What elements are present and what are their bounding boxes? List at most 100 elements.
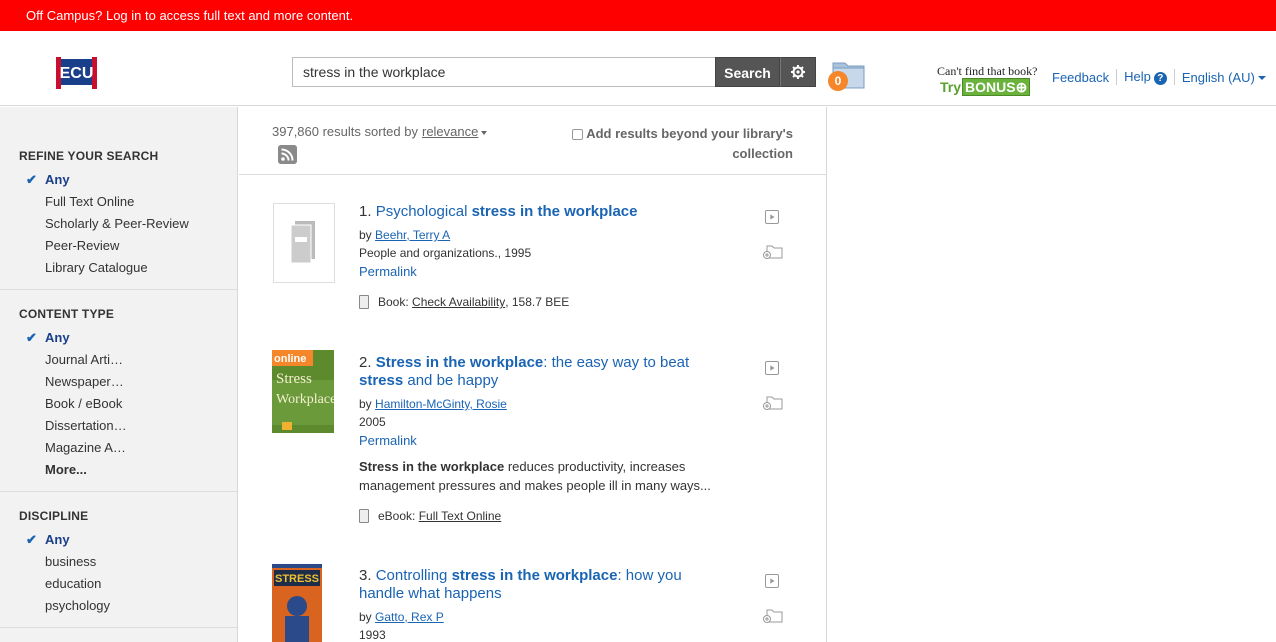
search-options-button[interactable] [780, 57, 816, 87]
add-beyond-label: Add results beyond your library's collec… [586, 126, 793, 161]
result-snippet: Stress in the workplace reduces producti… [359, 457, 729, 495]
refine-sidebar: REFINE YOUR SEARCH ✔ Any Full Text Online… [0, 107, 238, 642]
folder-count-badge[interactable]: 0 [828, 71, 848, 91]
call-number: , 158.7 BEE [505, 295, 570, 309]
result-author-line: by Beehr, Terry A [359, 228, 450, 242]
filter-newspaper[interactable]: Newspaper… [0, 371, 237, 393]
search-button[interactable]: Search [715, 57, 780, 87]
snippet-highlight: Stress in the workplace [359, 459, 505, 474]
search-input[interactable]: stress in the workplace [292, 57, 716, 87]
filter-any[interactable]: ✔ Any [0, 169, 237, 191]
result-title-link[interactable]: 3. Controlling stress in the workplace: … [359, 567, 719, 603]
result-source: 2005 [359, 415, 386, 429]
section-heading: DISCIPLINE [19, 509, 89, 523]
title-part: Controlling [375, 567, 452, 584]
title-highlight: stress in the workplace [451, 567, 618, 584]
filter-journal-article[interactable]: Journal Arti… [0, 349, 237, 371]
book-cover-image[interactable]: online Stress Workplace [272, 350, 334, 433]
cover-title-1: Stress [276, 371, 312, 387]
format-label: Book: [378, 295, 409, 309]
title-highlight: Stress in the workplace [375, 354, 544, 371]
sort-relevance-dropdown[interactable]: relevance [422, 124, 478, 139]
filter-library-catalogue[interactable]: Library Catalogue [0, 257, 237, 279]
section-heading: REFINE YOUR SEARCH [19, 149, 159, 163]
ebook-icon [359, 509, 369, 523]
author-link[interactable]: Hamilton-McGinty, Rosie [375, 397, 507, 411]
online-badge: online [274, 353, 306, 365]
filter-dissertation[interactable]: Dissertation… [0, 415, 237, 437]
chevron-down-icon [1257, 76, 1266, 81]
check-availability-link[interactable]: Check Availability [412, 295, 505, 309]
filter-full-text-online[interactable]: Full Text Online [0, 191, 237, 213]
filter-more-link[interactable]: More... [0, 459, 237, 481]
title-part: : how you [617, 567, 682, 584]
result-title-link[interactable]: 1. Psychological stress in the workplace [359, 203, 719, 221]
right-empty-area [828, 107, 1276, 642]
availability-line: Book: Check Availability, 158.7 BEE [359, 295, 569, 309]
preview-play-icon[interactable] [765, 574, 779, 588]
link-divider [1116, 69, 1118, 85]
off-campus-text[interactable]: Off Campus? Log in to access full text a… [26, 8, 353, 23]
discipline-section: DISCIPLINE ✔ Any business education psych… [0, 492, 237, 628]
checkmark-icon: ✔ [26, 532, 37, 547]
by-label: by [359, 228, 372, 242]
content-type-section: CONTENT TYPE ✔ Any Journal Arti… Newspape… [0, 290, 237, 492]
book-thumbnail-placeholder-icon[interactable] [273, 203, 335, 283]
results-count-text: 397,860 results sorted by [272, 124, 418, 139]
title-part: : the easy way to beat [543, 354, 690, 371]
bonus-label: BONUS [965, 79, 1016, 95]
filter-label: Any [45, 172, 70, 187]
book-cover-image[interactable]: STRESS [272, 564, 322, 642]
rss-icon[interactable] [278, 145, 297, 164]
permalink[interactable]: Permalink [359, 264, 417, 279]
header: ECU stress in the workplace Search 0 Can… [0, 31, 1276, 106]
filter-book-ebook[interactable]: Book / eBook [0, 393, 237, 415]
filter-psychology[interactable]: psychology [0, 595, 237, 617]
full-text-online-link[interactable]: Full Text Online [419, 509, 501, 523]
feedback-link[interactable]: Feedback [1052, 70, 1109, 85]
divider [239, 174, 826, 175]
cant-find-text[interactable]: Can't find that book? [937, 65, 1037, 77]
title-highlight: stress [359, 372, 404, 389]
chevron-down-icon[interactable] [481, 130, 488, 135]
language-selector[interactable]: English (AU) [1182, 70, 1266, 85]
checkmark-icon: ✔ [26, 172, 37, 187]
off-campus-banner[interactable]: Off Campus? Log in to access full text a… [0, 0, 1276, 31]
help-link[interactable]: Help? [1124, 69, 1167, 85]
add-to-folder-icon[interactable] [763, 396, 783, 410]
filter-any[interactable]: ✔ Any [0, 529, 237, 551]
filter-peer-review[interactable]: Peer-Review [0, 235, 237, 257]
format-label: eBook: [378, 509, 416, 523]
try-label: Try [940, 79, 962, 95]
add-to-folder-icon[interactable] [763, 609, 783, 623]
result-source: 1993 [359, 628, 386, 642]
plus-icon: ⊕ [1015, 79, 1028, 95]
try-bonus-link[interactable]: Try BONUS⊕ [940, 78, 1031, 96]
filter-any[interactable]: ✔ Any [0, 327, 237, 349]
filter-education[interactable]: education [0, 573, 237, 595]
result-author-line: by Gatto, Rex P [359, 610, 444, 624]
author-link[interactable]: Beehr, Terry A [375, 228, 450, 242]
by-label: by [359, 397, 372, 411]
checkmark-icon: ✔ [26, 330, 37, 345]
results-count: 397,860 results sorted by relevance [272, 124, 488, 139]
result-author-line: by Hamilton-McGinty, Rosie [359, 397, 507, 411]
filter-business[interactable]: business [0, 551, 237, 573]
add-results-beyond-checkbox[interactable]: Add results beyond your library's collec… [563, 124, 793, 164]
result-number: 2. [359, 354, 372, 371]
preview-play-icon[interactable] [765, 361, 779, 375]
filter-magazine[interactable]: Magazine A… [0, 437, 237, 459]
title-part: and be happy [403, 372, 499, 389]
help-icon: ? [1153, 71, 1167, 85]
filter-scholarly-peer-review[interactable]: Scholarly & Peer-Review [0, 213, 237, 235]
author-link[interactable]: Gatto, Rex P [375, 610, 444, 624]
checkbox[interactable] [572, 129, 584, 141]
title-part: Psychological [375, 203, 472, 220]
book-icon [359, 295, 369, 309]
filter-label: Any [45, 532, 70, 547]
ecu-logo[interactable]: ECU [54, 56, 99, 90]
add-to-folder-icon[interactable] [763, 245, 783, 259]
result-title-link[interactable]: 2. Stress in the workplace: the easy way… [359, 354, 719, 390]
permalink[interactable]: Permalink [359, 433, 417, 448]
preview-play-icon[interactable] [765, 210, 779, 224]
